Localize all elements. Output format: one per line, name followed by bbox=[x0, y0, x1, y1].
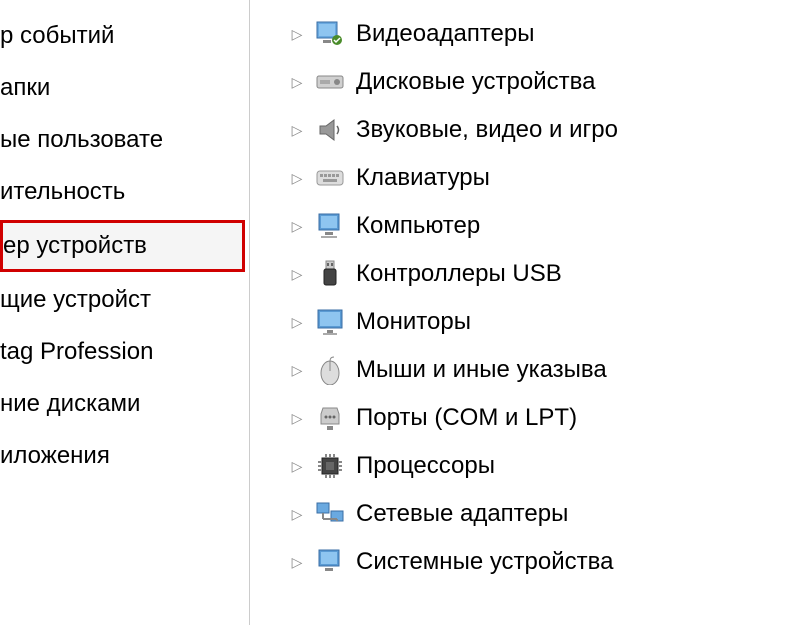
keyboard-icon bbox=[314, 162, 346, 194]
expand-icon[interactable]: ▷ bbox=[290, 171, 304, 185]
device-label: Контроллеры USB bbox=[356, 260, 562, 288]
device-label: Мониторы bbox=[356, 308, 471, 336]
device-category-sound[interactable]: ▷ Звуковые, видео и игро bbox=[290, 106, 807, 154]
display-adapter-icon bbox=[314, 18, 346, 50]
disk-drive-icon bbox=[314, 66, 346, 98]
tree-item-storage[interactable]: щие устройст bbox=[0, 274, 249, 326]
device-category-system[interactable]: ▷ Системные устройства bbox=[290, 538, 807, 586]
device-category-mice[interactable]: ▷ Мыши и иные указыва bbox=[290, 346, 807, 394]
device-list-panel: ▷ Видеоадаптеры ▷ Дисковые устройства ▷ … bbox=[250, 0, 807, 625]
expand-icon[interactable]: ▷ bbox=[290, 555, 304, 569]
expand-icon[interactable]: ▷ bbox=[290, 267, 304, 281]
tree-item-performance[interactable]: ительность bbox=[0, 166, 249, 218]
device-category-monitors[interactable]: ▷ Мониторы bbox=[290, 298, 807, 346]
tree-item-services-apps[interactable]: иложения bbox=[0, 430, 249, 482]
device-label: Процессоры bbox=[356, 452, 495, 480]
device-label: Порты (COM и LPT) bbox=[356, 404, 577, 432]
device-manager-window: р событий апки ые пользовате ительность … bbox=[0, 0, 807, 625]
device-category-processors[interactable]: ▷ Процессоры bbox=[290, 442, 807, 490]
computer-icon bbox=[314, 210, 346, 242]
expand-icon[interactable]: ▷ bbox=[290, 363, 304, 377]
device-category-ports[interactable]: ▷ Порты (COM и LPT) bbox=[290, 394, 807, 442]
device-category-disk-drives[interactable]: ▷ Дисковые устройства bbox=[290, 58, 807, 106]
expand-icon[interactable]: ▷ bbox=[290, 315, 304, 329]
device-label: Клавиатуры bbox=[356, 164, 490, 192]
monitor-icon bbox=[314, 306, 346, 338]
tree-item-local-users[interactable]: ые пользовате bbox=[0, 114, 249, 166]
device-label: Дисковые устройства bbox=[356, 68, 595, 96]
processor-icon bbox=[314, 450, 346, 482]
device-category-keyboards[interactable]: ▷ Клавиатуры bbox=[290, 154, 807, 202]
device-category-computer[interactable]: ▷ Компьютер bbox=[290, 202, 807, 250]
device-label: Компьютер bbox=[356, 212, 480, 240]
expand-icon[interactable]: ▷ bbox=[290, 27, 304, 41]
tree-item-tag-profession[interactable]: tag Profession bbox=[0, 326, 249, 378]
sound-icon bbox=[314, 114, 346, 146]
device-label: Сетевые адаптеры bbox=[356, 500, 568, 528]
tree-item-event-viewer[interactable]: р событий bbox=[0, 10, 249, 62]
device-category-display-adapters[interactable]: ▷ Видеоадаптеры bbox=[290, 10, 807, 58]
device-label: Звуковые, видео и игро bbox=[356, 116, 618, 144]
device-label: Системные устройства bbox=[356, 548, 613, 576]
expand-icon[interactable]: ▷ bbox=[290, 123, 304, 137]
expand-icon[interactable]: ▷ bbox=[290, 219, 304, 233]
device-category-network[interactable]: ▷ Сетевые адаптеры bbox=[290, 490, 807, 538]
device-category-usb[interactable]: ▷ Контроллеры USB bbox=[290, 250, 807, 298]
tree-item-shared-folders[interactable]: апки bbox=[0, 62, 249, 114]
mouse-icon bbox=[314, 354, 346, 386]
expand-icon[interactable]: ▷ bbox=[290, 507, 304, 521]
device-label: Видеоадаптеры bbox=[356, 20, 534, 48]
device-label: Мыши и иные указыва bbox=[356, 356, 607, 384]
expand-icon[interactable]: ▷ bbox=[290, 459, 304, 473]
system-icon bbox=[314, 546, 346, 578]
network-icon bbox=[314, 498, 346, 530]
usb-icon bbox=[314, 258, 346, 290]
tree-item-disk-management[interactable]: ние дисками bbox=[0, 378, 249, 430]
tree-item-device-manager[interactable]: ер устройств bbox=[0, 220, 245, 272]
expand-icon[interactable]: ▷ bbox=[290, 411, 304, 425]
management-tree-panel: р событий апки ые пользовате ительность … bbox=[0, 0, 250, 625]
port-icon bbox=[314, 402, 346, 434]
expand-icon[interactable]: ▷ bbox=[290, 75, 304, 89]
